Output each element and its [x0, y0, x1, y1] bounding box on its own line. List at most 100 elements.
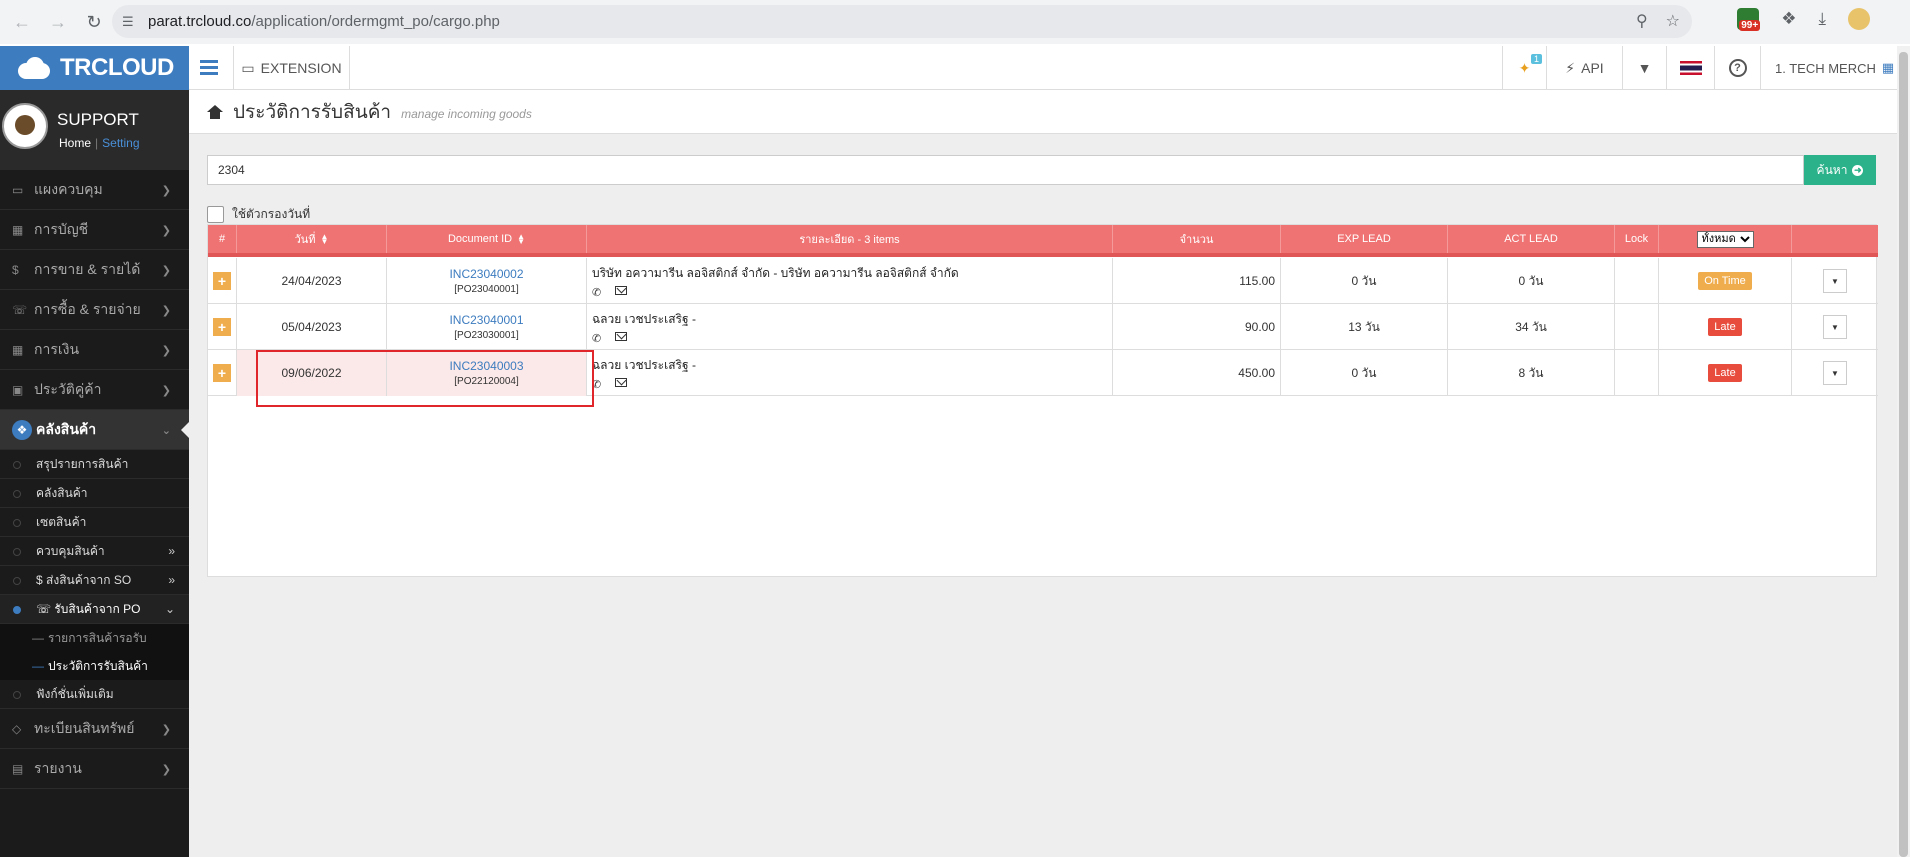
row-action-dropdown[interactable]: ▼ — [1823, 361, 1847, 385]
sidebar-item-label: คลังสินค้า — [36, 420, 97, 437]
partner-name: ฉลวย เวชประเสริฐ - — [592, 311, 696, 326]
site-info-icon[interactable]: ☰ — [122, 14, 148, 30]
sub-item-label: ควบคุมสินค้า — [36, 543, 105, 558]
col-document-id[interactable]: Document ID ▲ ▼ — [387, 225, 587, 253]
row-exp-lead: 13 วัน — [1281, 304, 1448, 350]
search-button[interactable]: ค้นหา ➜ — [1804, 155, 1876, 185]
chevron-right-icon: ❯ — [161, 225, 171, 237]
col-detail: รายละเอียด - 3 items — [587, 225, 1113, 253]
scrollbar-thumb[interactable] — [1899, 52, 1908, 857]
subsub-item-label: รายการสินค้ารอรับ — [48, 630, 147, 645]
sidebar-item-purchase[interactable]: ☏ การซื้อ & รายจ่าย ❯ — [0, 290, 189, 330]
sidebar-item-accounting[interactable]: ▦ การบัญชี ❯ — [0, 210, 189, 250]
sidebar-item-label: การบัญชี — [34, 220, 89, 237]
dot-icon — [13, 577, 21, 585]
sidebar-item-sales[interactable]: $ การขาย & รายได้ ❯ — [0, 250, 189, 290]
document-link[interactable]: INC23040002 — [449, 267, 523, 281]
dot-icon — [13, 461, 21, 469]
profile-avatar-icon[interactable] — [1848, 8, 1870, 30]
row-exp-lead: 0 วัน — [1281, 258, 1448, 304]
envelope-icon[interactable] — [615, 377, 628, 387]
date-filter-checkbox[interactable] — [207, 206, 224, 223]
phone-icon[interactable]: ✆ — [592, 332, 601, 345]
dropdown-button[interactable]: ▼ — [1622, 46, 1666, 90]
extension-badge-icon[interactable]: 99+ — [1737, 8, 1761, 31]
sub-item-receive-from-po[interactable]: ☏ รับสินค้าจาก PO ⌄ — [0, 595, 189, 624]
sort-icon: ▲ ▼ — [320, 232, 329, 246]
extension-button[interactable]: ▭ EXTENSION — [234, 46, 350, 90]
sidebar-item-assets[interactable]: ◇ ทะเบียนสินทรัพย์ ❯ — [0, 709, 189, 749]
home-link[interactable]: Home — [59, 136, 91, 150]
expand-plus-icon[interactable]: + — [213, 272, 231, 290]
search-input[interactable] — [207, 155, 1804, 185]
reload-icon[interactable]: ↻ — [80, 8, 108, 36]
subsub-item-pending[interactable]: — รายการสินค้ารอรับ — [0, 624, 189, 652]
sub-item-label: เซตสินค้า — [36, 514, 87, 529]
notification-button[interactable]: ✦ 1 — [1502, 46, 1546, 90]
document-link[interactable]: INC23040001 — [449, 313, 523, 327]
row-action-dropdown[interactable]: ▼ — [1823, 315, 1847, 339]
home-icon[interactable] — [207, 104, 223, 119]
api-button[interactable]: ⚡ API — [1546, 46, 1622, 90]
sub-item-ship-from-so[interactable]: $ ส่งสินค้าจาก SO » — [0, 566, 189, 595]
url-path: /application/ordermgmt_po/cargo.php — [251, 13, 500, 30]
col-lock: Lock — [1615, 225, 1659, 253]
sidebar: TRCLOUD SUPPORT Home | Setting ▭ แผงควบคุม ❯… — [0, 46, 189, 857]
sidebar-item-finance[interactable]: ▦ การเงิน ❯ — [0, 330, 189, 370]
col-actions — [1792, 225, 1878, 253]
sub-item-label: $ ส่งสินค้าจาก SO — [36, 572, 132, 587]
arrow-circle-right-icon: ➜ — [1852, 164, 1864, 176]
sidebar-item-dashboard[interactable]: ▭ แผงควบคุม ❯ — [0, 170, 189, 210]
envelope-icon[interactable] — [615, 285, 628, 295]
zoom-icon[interactable]: ⚲ — [1636, 11, 1648, 31]
bookmark-star-icon[interactable]: ☆ — [1666, 11, 1680, 31]
chevron-right-icon: ❯ — [161, 345, 171, 357]
company-selector[interactable]: 1. TECH MERCH ▦ — [1760, 46, 1897, 90]
sub-item-label: สรุปรายการสินค้า — [36, 456, 129, 471]
chevron-right-icon: ❯ — [161, 305, 171, 317]
cart-icon: ☏ — [12, 302, 28, 317]
sidebar-item-label: การซื้อ & รายจ่าย — [34, 300, 141, 317]
double-chevron-down-icon: ⌄ — [164, 602, 175, 616]
forward-icon[interactable]: → — [44, 8, 72, 36]
status-filter-select[interactable]: ทั้งหมด — [1696, 230, 1754, 248]
brand-logo[interactable]: TRCLOUD — [0, 46, 189, 90]
sub-item-label: รับสินค้าจาก PO — [54, 601, 141, 616]
expand-plus-icon[interactable]: + — [213, 364, 231, 382]
page-scrollbar[interactable] — [1897, 46, 1910, 857]
sidebar-item-inventory[interactable]: ❖ คลังสินค้า ⌄ — [0, 410, 189, 450]
language-button[interactable] — [1666, 46, 1714, 90]
back-icon[interactable]: ← — [8, 8, 36, 36]
expand-plus-icon[interactable]: + — [213, 318, 231, 336]
dollar-icon: $ — [12, 262, 19, 277]
col-exp-lead: EXP LEAD — [1281, 225, 1448, 253]
sub-item-stock-control[interactable]: ควบคุมสินค้า » — [0, 537, 189, 566]
sub-item-stock-summary[interactable]: สรุปรายการสินค้า — [0, 450, 189, 479]
extensions-puzzle-icon[interactable]: ❖ — [1781, 9, 1796, 29]
sub-item-warehouse[interactable]: คลังสินค้า — [0, 479, 189, 508]
menu-toggle-button[interactable] — [189, 46, 234, 90]
col-act-lead: ACT LEAD — [1448, 225, 1615, 253]
main-content: ประวัติการรับสินค้า manage incoming good… — [189, 90, 1897, 857]
help-button[interactable]: ? — [1714, 46, 1760, 90]
sidebar-item-reports[interactable]: ▤ รายงาน ❯ — [0, 749, 189, 789]
envelope-icon[interactable] — [615, 331, 628, 341]
partner-name: ฉลวย เวชประเสริฐ - — [592, 357, 696, 372]
help-icon: ? — [1728, 59, 1747, 77]
row-detail: บริษัท อความารีน ลอจิสติกส์ จำกัด - บริษ… — [587, 258, 1113, 304]
sidebar-item-label: ประวัติคู่ค้า — [34, 380, 102, 397]
dash-icon: — — [32, 659, 44, 673]
setting-link[interactable]: Setting — [102, 136, 139, 150]
sidebar-item-contacts[interactable]: ▣ ประวัติคู่ค้า ❯ — [0, 370, 189, 410]
sub-item-product-set[interactable]: เซตสินค้า — [0, 508, 189, 537]
address-bar[interactable]: ☰ parat.trcloud.co/application/ordermgmt… — [112, 5, 1692, 38]
phone-icon[interactable]: ✆ — [592, 286, 601, 299]
extension-badge-count: 99+ — [1739, 20, 1761, 31]
sort-icon: ▲ ▼ — [517, 232, 526, 246]
download-icon[interactable]: ⤓ — [1818, 9, 1826, 29]
subsub-item-history[interactable]: — ประวัติการรับสินค้า — [0, 652, 189, 680]
partner-name: บริษัท อความารีน ลอจิสติกส์ จำกัด - บริษ… — [592, 265, 959, 280]
col-date[interactable]: วันที่ ▲ ▼ — [237, 225, 387, 253]
row-action-dropdown[interactable]: ▼ — [1823, 269, 1847, 293]
sub-item-extra[interactable]: ฟังก์ชั่นเพิ่มเติม — [0, 680, 189, 709]
